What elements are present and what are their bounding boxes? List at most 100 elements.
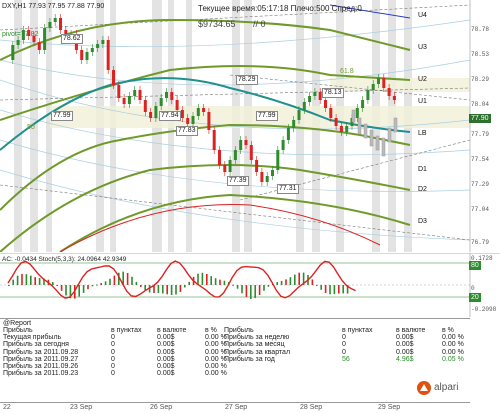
- candle: [281, 140, 285, 150]
- price-axis-tick: 76.79: [471, 239, 490, 246]
- ac-bar: [135, 281, 138, 285]
- candle: [228, 160, 232, 172]
- cell: 0: [111, 370, 115, 378]
- cell: 0.00 %: [442, 341, 464, 349]
- time-tick: 29 Sep: [378, 404, 401, 411]
- fib-50-label: 50: [27, 124, 35, 131]
- price-label: 77.94: [159, 111, 181, 121]
- candle: [143, 100, 147, 112]
- indicator-axis-tick: 0: [471, 285, 475, 292]
- candle: [112, 70, 115, 85]
- candle: [149, 112, 153, 118]
- ac-bar: [104, 281, 107, 285]
- time-tick: 27 Sep: [225, 404, 248, 411]
- row-label: Прибыль за сегодня: [3, 341, 69, 349]
- ac-bar: [170, 285, 173, 295]
- ac-bar: [91, 285, 94, 287]
- candle: [196, 108, 200, 116]
- band-label-d3: D3: [418, 218, 427, 225]
- price-label: 78.29: [236, 75, 258, 85]
- price-axis-tick: 77.54: [471, 156, 490, 163]
- ac-bar: [100, 283, 102, 285]
- cell: 4.96$: [396, 355, 414, 363]
- cell: 0: [111, 355, 115, 363]
- price-label: 78.62: [61, 34, 83, 44]
- ac-bar: [52, 282, 54, 285]
- candle: [382, 78, 386, 88]
- row-label: Прибыль за 2011.09.28: [3, 348, 79, 356]
- ac-bar: [166, 285, 168, 295]
- ac-bar: [298, 272, 300, 285]
- ac-bar: [219, 279, 221, 285]
- candle: [366, 90, 370, 100]
- cell: 56: [342, 355, 350, 363]
- candle: [11, 45, 15, 60]
- candle: [37, 42, 41, 50]
- candle: [239, 140, 243, 150]
- ac-bar: [258, 285, 261, 296]
- ac-bar: [236, 285, 239, 289]
- price-axis-tick: 78.04: [471, 101, 490, 108]
- candle: [302, 102, 306, 110]
- ac-bar: [201, 272, 204, 285]
- ac-bar: [109, 278, 111, 285]
- cell: 0.00 %: [442, 348, 464, 356]
- candle: [361, 100, 365, 108]
- balance-value: $9734.65: [198, 19, 236, 29]
- stoch-20-tag: 20: [469, 293, 481, 302]
- ac-bar: [162, 285, 164, 294]
- candle: [223, 165, 227, 172]
- candle: [159, 98, 163, 106]
- ac-bar: [342, 285, 344, 294]
- cell: 0.00$: [157, 341, 175, 349]
- ac-bar: [21, 273, 23, 285]
- candle: [212, 130, 216, 150]
- ac-bar: [263, 285, 265, 291]
- row-label: Прибыль за 2011.09.23: [3, 370, 79, 378]
- candle: [180, 110, 184, 118]
- ac-bar: [34, 277, 36, 285]
- candle: [80, 50, 84, 60]
- column-header: в валюте: [157, 327, 187, 334]
- candle: [16, 40, 20, 45]
- indicator-label: AC: -0.0434 Stoch(5,3,3): 24.0964 42.934…: [2, 256, 127, 263]
- report-table-right: Прибыль в пунктах в валюте в % Прибыль з…: [224, 327, 468, 363]
- time-tick: 22: [3, 404, 11, 411]
- ac-bar: [214, 278, 217, 285]
- ac-bar: [245, 285, 248, 298]
- ac-bar: [232, 284, 234, 286]
- candle: [53, 18, 57, 22]
- cell: 0.00$: [396, 341, 414, 349]
- ac-bar: [250, 285, 252, 299]
- cell: 0.00$: [396, 348, 414, 356]
- chart-window: DXY,H1 77.93 77.95 77.88 77.90 pivot=77.…: [0, 0, 500, 414]
- price-axis-tick: 77.79: [471, 131, 490, 138]
- column-header: в %: [442, 327, 454, 334]
- candle: [260, 172, 264, 182]
- cell: 0.00 %: [442, 334, 464, 342]
- ac-bar: [223, 280, 226, 285]
- candle: [292, 120, 296, 128]
- ac-bar: [280, 280, 283, 285]
- candle: [170, 92, 174, 100]
- ac-bar: [38, 278, 41, 285]
- band-label-u2: U2: [418, 76, 427, 83]
- ac-bar: [338, 285, 340, 294]
- ac-bar: [179, 285, 182, 292]
- report-table-left: Прибыль в пунктах в валюте в % Текущая п…: [3, 327, 245, 377]
- time-tick: 23 Sep: [70, 404, 93, 411]
- cell: 0: [111, 348, 115, 356]
- table-row: Прибыль за месяц 0 0.00$ 0.00 %: [224, 341, 468, 348]
- price-axis-tick: 78.53: [471, 51, 490, 58]
- ac-bar: [175, 285, 177, 295]
- stoch-80-tag: 80: [469, 261, 481, 270]
- cell: 0: [111, 334, 115, 342]
- ac-bar: [241, 285, 243, 294]
- candle: [154, 106, 158, 118]
- candle: [101, 40, 105, 44]
- ac-bar: [184, 285, 186, 288]
- ac-bar: [289, 277, 292, 285]
- ac-bar: [78, 285, 80, 297]
- row-label: Прибыль за квартал: [224, 348, 291, 356]
- candle: [377, 78, 380, 84]
